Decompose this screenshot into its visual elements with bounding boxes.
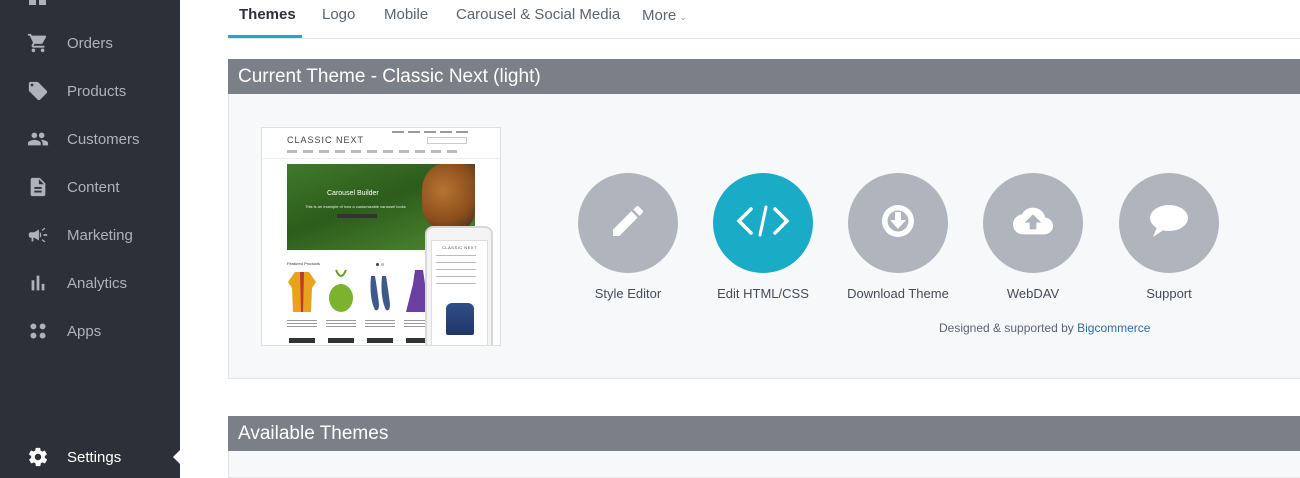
preview-product-button xyxy=(289,338,315,343)
pencil-icon xyxy=(608,201,648,246)
support-button[interactable] xyxy=(1119,173,1219,273)
preview-phone-screen: CLASSIC NEXT xyxy=(431,240,488,345)
sidebar-item-label: Marketing xyxy=(67,226,133,244)
preview-search-box xyxy=(427,137,467,144)
chevron-down-icon: ⌄ xyxy=(679,12,687,22)
tab-themes[interactable]: Themes xyxy=(239,6,296,23)
sidebar-item-label: Products xyxy=(67,82,127,100)
webdav-button[interactable] xyxy=(983,173,1083,273)
sidebar-item-orders[interactable]: Orders xyxy=(0,23,180,63)
style-editor-label[interactable]: Style Editor xyxy=(563,286,693,301)
sidebar-item-analytics[interactable]: Analytics xyxy=(0,263,180,303)
document-icon xyxy=(27,176,49,198)
tab-logo[interactable]: Logo xyxy=(322,6,355,23)
theme-credit: Designed & supported by Bigcommerce xyxy=(939,321,1150,335)
store-icon[interactable] xyxy=(29,0,47,5)
apps-grid-icon xyxy=(27,320,49,342)
preview-store-title: CLASSIC NEXT xyxy=(287,135,365,145)
preview-bag-image xyxy=(422,164,475,230)
preview-product-button xyxy=(328,338,354,343)
preview-product-button xyxy=(367,338,393,343)
preview-product-caption xyxy=(287,320,317,328)
preview-phone-mockup: CLASSIC NEXT xyxy=(425,226,493,345)
sidebar-item-content[interactable]: Content xyxy=(0,167,180,207)
sidebar-item-label: Settings xyxy=(67,448,122,466)
preview-phone-shirt xyxy=(446,303,474,335)
cart-icon xyxy=(27,32,49,54)
preview-product-bag xyxy=(326,268,356,314)
sidebar-item-customers[interactable]: Customers xyxy=(0,119,180,159)
available-themes-header: Available Themes xyxy=(228,416,1300,451)
gear-icon xyxy=(27,446,49,468)
code-icon xyxy=(735,201,791,246)
sidebar-item-products[interactable]: Products xyxy=(0,71,180,111)
support-label[interactable]: Support xyxy=(1104,286,1234,301)
active-indicator xyxy=(173,449,181,465)
current-theme-header: Current Theme - Classic Next (light) xyxy=(228,59,1300,94)
preview-featured-label: Featured Products xyxy=(287,261,320,266)
tab-carousel-social-media[interactable]: Carousel & Social Media xyxy=(456,6,620,23)
credit-text: Designed & supported by xyxy=(939,321,1074,335)
preview-top-links xyxy=(392,131,472,133)
megaphone-icon xyxy=(27,224,49,246)
theme-preview-image[interactable]: CLASSIC NEXT Carousel Builder This is an… xyxy=(261,127,501,346)
sidebar-item-settings[interactable]: Settings xyxy=(0,437,180,477)
sidebar-item-marketing[interactable]: Marketing xyxy=(0,215,180,255)
sidebar: Orders Products Customers Content Market… xyxy=(0,0,181,478)
download-theme-button[interactable] xyxy=(848,173,948,273)
style-editor-button[interactable] xyxy=(578,173,678,273)
download-icon xyxy=(878,201,918,246)
active-tab-underline xyxy=(228,35,302,38)
preview-product-caption xyxy=(326,320,356,328)
edit-html-css-button[interactable] xyxy=(713,173,813,273)
tab-bar: Themes Logo Mobile Carousel & Social Med… xyxy=(228,0,1300,39)
preview-product-shoes xyxy=(365,268,395,314)
webdav-label[interactable]: WebDAV xyxy=(968,286,1098,301)
preview-nav xyxy=(287,150,457,153)
sidebar-item-label: Customers xyxy=(67,130,140,148)
preview-carousel-button xyxy=(337,214,377,218)
sidebar-item-label: Apps xyxy=(67,322,102,340)
preview-carousel-subtext: This is an example of how a customizable… xyxy=(305,204,406,209)
preview-divider xyxy=(262,158,500,159)
sidebar-item-label: Analytics xyxy=(67,274,128,292)
people-icon xyxy=(27,128,49,150)
sidebar-item-label: Content xyxy=(67,178,120,196)
preview-product-caption xyxy=(365,320,395,328)
cloud-upload-icon xyxy=(1010,201,1056,246)
preview-product-jacket xyxy=(287,268,317,314)
sidebar-item-apps[interactable]: Apps xyxy=(0,311,180,351)
tab-more-label: More xyxy=(642,7,677,24)
speech-bubble-icon xyxy=(1147,201,1191,246)
tag-icon xyxy=(27,80,49,102)
download-theme-label[interactable]: Download Theme xyxy=(833,286,963,301)
edit-html-css-label[interactable]: Edit HTML/CSS xyxy=(698,286,828,301)
available-themes-panel xyxy=(228,451,1300,478)
bigcommerce-link[interactable]: Bigcommerce xyxy=(1077,321,1150,335)
tab-mobile[interactable]: Mobile xyxy=(384,6,428,23)
bar-chart-icon xyxy=(27,272,49,294)
tab-more[interactable]: More ⌄ xyxy=(642,7,687,24)
preview-phone-title: CLASSIC NEXT xyxy=(442,245,477,250)
sidebar-item-label: Orders xyxy=(67,34,113,52)
preview-carousel-dots xyxy=(376,253,386,266)
preview-phone-menu xyxy=(436,255,476,285)
preview-carousel-caption: Carousel Builder xyxy=(327,190,379,197)
